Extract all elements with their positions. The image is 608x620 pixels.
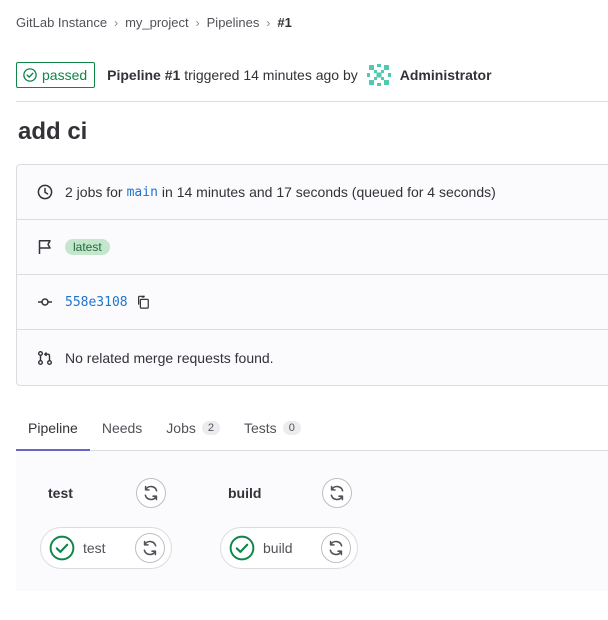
breadcrumb-current[interactable]: #1	[277, 15, 291, 30]
job-name: test	[83, 540, 106, 556]
commit-sha-link[interactable]: 558e3108	[65, 295, 128, 310]
job-build[interactable]: build	[220, 527, 358, 569]
breadcrumb-separator: ›	[266, 15, 271, 30]
tab-tests[interactable]: Tests 0	[232, 404, 313, 451]
divider	[16, 101, 608, 102]
stage-title-build: build	[228, 485, 262, 501]
tab-label: Tests	[244, 419, 277, 436]
breadcrumb-separator: ›	[114, 15, 119, 30]
commit-row: 558e3108	[17, 275, 608, 330]
tab-label: Needs	[101, 419, 143, 436]
pipeline-info-box: 2 jobs for main in 14 minutes and 17 sec…	[16, 164, 608, 386]
triggered-text: triggered 14 minutes ago by	[180, 67, 358, 83]
copy-icon[interactable]	[136, 295, 150, 309]
status-badge[interactable]: passed	[16, 62, 96, 88]
job-test[interactable]: test	[40, 527, 172, 569]
retry-icon[interactable]	[321, 533, 351, 563]
check-circle-icon	[23, 68, 37, 82]
tab-count-badge: 0	[282, 420, 301, 435]
pipeline-tabs: Pipeline Needs Jobs 2 Tests 0	[16, 404, 608, 451]
breadcrumb-item-project[interactable]: my_project	[125, 15, 189, 30]
duration-row: 2 jobs for main in 14 minutes and 17 sec…	[17, 165, 608, 220]
tags-row: latest	[17, 220, 608, 275]
merge-request-icon	[37, 350, 53, 366]
breadcrumb-item-instance[interactable]: GitLab Instance	[16, 15, 107, 30]
flag-icon	[37, 239, 53, 255]
pipeline-id: Pipeline #1	[107, 67, 181, 83]
tab-count-badge: 2	[201, 420, 220, 435]
ref-link[interactable]: main	[127, 185, 158, 200]
job-name: build	[263, 540, 293, 556]
stage-title-test: test	[48, 485, 73, 501]
merge-requests-text: No related merge requests found.	[65, 349, 274, 366]
check-circle-icon	[229, 535, 255, 561]
tab-jobs[interactable]: Jobs 2	[154, 404, 232, 451]
latest-badge: latest	[65, 239, 110, 255]
avatar[interactable]	[366, 63, 391, 87]
pipeline-header: passed Pipeline #1 triggered 14 minutes …	[16, 62, 608, 88]
tab-needs[interactable]: Needs	[90, 404, 154, 451]
pipeline-graph: test test build build	[16, 451, 608, 591]
retry-icon[interactable]	[135, 533, 165, 563]
retry-icon[interactable]	[136, 478, 166, 508]
tab-pipeline[interactable]: Pipeline	[16, 404, 90, 451]
tab-label: Jobs	[166, 419, 196, 436]
breadcrumb-separator: ›	[195, 15, 200, 30]
pipeline-meta: Pipeline #1 triggered 14 minutes ago by	[107, 67, 358, 83]
retry-icon[interactable]	[322, 478, 352, 508]
clock-icon	[37, 184, 53, 200]
breadcrumb-item-pipelines[interactable]: Pipelines	[207, 15, 260, 30]
jobs-prefix: 2 jobs for	[65, 184, 123, 200]
status-text: passed	[42, 67, 88, 83]
breadcrumb: GitLab Instance › my_project › Pipelines…	[16, 15, 292, 30]
merge-requests-row: No related merge requests found.	[17, 330, 608, 385]
jobs-suffix: in 14 minutes and 17 seconds (queued for…	[161, 184, 496, 200]
page-title: add ci	[18, 118, 88, 145]
tab-label: Pipeline	[28, 419, 78, 436]
commit-icon	[37, 294, 53, 310]
author-link[interactable]: Administrator	[400, 67, 492, 83]
check-circle-icon	[49, 535, 75, 561]
